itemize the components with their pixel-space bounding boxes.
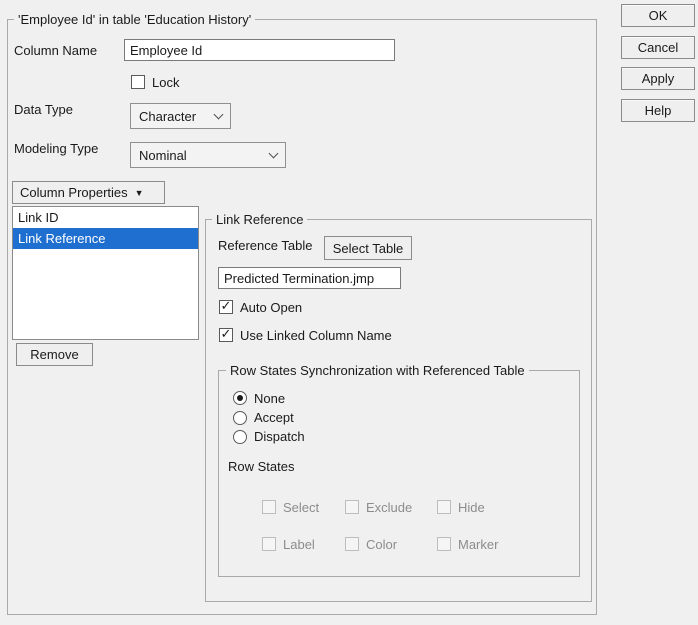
lock-checkbox[interactable] bbox=[131, 75, 145, 89]
exclude-checkbox[interactable] bbox=[345, 500, 359, 514]
hide-checkbox[interactable] bbox=[437, 500, 451, 514]
ok-button[interactable]: OK bbox=[621, 4, 695, 27]
checkmark-icon: ✓ bbox=[221, 328, 232, 340]
column-properties-button[interactable]: Column Properties ▼ bbox=[12, 181, 165, 204]
column-info-dialog: OK Cancel Apply Help 'Employee Id' in ta… bbox=[0, 0, 698, 625]
select-table-button[interactable]: Select Table bbox=[324, 236, 412, 260]
lock-label: Lock bbox=[152, 75, 179, 91]
list-item-link-id[interactable]: Link ID bbox=[13, 207, 198, 228]
data-type-label: Data Type bbox=[14, 102, 73, 118]
reference-table-label: Reference Table bbox=[218, 238, 312, 254]
column-name-label: Column Name bbox=[14, 43, 97, 59]
list-item-link-reference[interactable]: Link Reference bbox=[13, 228, 198, 249]
apply-button[interactable]: Apply bbox=[621, 67, 695, 90]
modeling-type-value: Nominal bbox=[139, 148, 262, 163]
marker-checkbox[interactable] bbox=[437, 537, 451, 551]
radio-none[interactable] bbox=[233, 391, 247, 405]
use-linked-column-name-label: Use Linked Column Name bbox=[240, 328, 392, 344]
column-name-input[interactable] bbox=[124, 39, 395, 61]
auto-open-checkbox[interactable]: ✓ bbox=[219, 300, 233, 314]
radio-none-label: None bbox=[254, 391, 285, 407]
cancel-button[interactable]: Cancel bbox=[621, 36, 695, 59]
row-states-label: Row States bbox=[228, 459, 294, 475]
dropdown-triangle-icon: ▼ bbox=[135, 188, 144, 198]
radio-dot bbox=[237, 395, 243, 401]
row-states-sync-title: Row States Synchronization with Referenc… bbox=[226, 363, 529, 378]
color-checkbox[interactable] bbox=[345, 537, 359, 551]
use-linked-column-name-checkbox[interactable]: ✓ bbox=[219, 328, 233, 342]
data-type-value: Character bbox=[139, 109, 207, 124]
help-button[interactable]: Help bbox=[621, 99, 695, 122]
radio-dispatch[interactable] bbox=[233, 430, 247, 444]
modeling-type-dropdown[interactable]: Nominal bbox=[130, 142, 286, 168]
dialog-title: 'Employee Id' in table 'Education Histor… bbox=[14, 12, 255, 27]
select-checkbox-label: Select bbox=[283, 500, 319, 516]
chevron-down-icon bbox=[214, 110, 224, 120]
auto-open-label: Auto Open bbox=[240, 300, 302, 316]
label-checkbox[interactable] bbox=[262, 537, 276, 551]
data-type-dropdown[interactable]: Character bbox=[130, 103, 231, 129]
hide-checkbox-label: Hide bbox=[458, 500, 485, 516]
modeling-type-label: Modeling Type bbox=[14, 141, 98, 157]
label-checkbox-label: Label bbox=[283, 537, 315, 553]
exclude-checkbox-label: Exclude bbox=[366, 500, 412, 516]
radio-accept-label: Accept bbox=[254, 410, 294, 426]
select-checkbox[interactable] bbox=[262, 500, 276, 514]
properties-listbox: Link ID Link Reference bbox=[12, 206, 199, 340]
radio-accept[interactable] bbox=[233, 411, 247, 425]
checkmark-icon: ✓ bbox=[221, 300, 232, 312]
color-checkbox-label: Color bbox=[366, 537, 397, 553]
link-reference-title: Link Reference bbox=[212, 212, 307, 227]
column-properties-label: Column Properties bbox=[20, 185, 128, 200]
marker-checkbox-label: Marker bbox=[458, 537, 498, 553]
chevron-down-icon bbox=[269, 149, 279, 159]
reference-table-input[interactable] bbox=[218, 267, 401, 289]
radio-dispatch-label: Dispatch bbox=[254, 429, 305, 445]
remove-button[interactable]: Remove bbox=[16, 343, 93, 366]
